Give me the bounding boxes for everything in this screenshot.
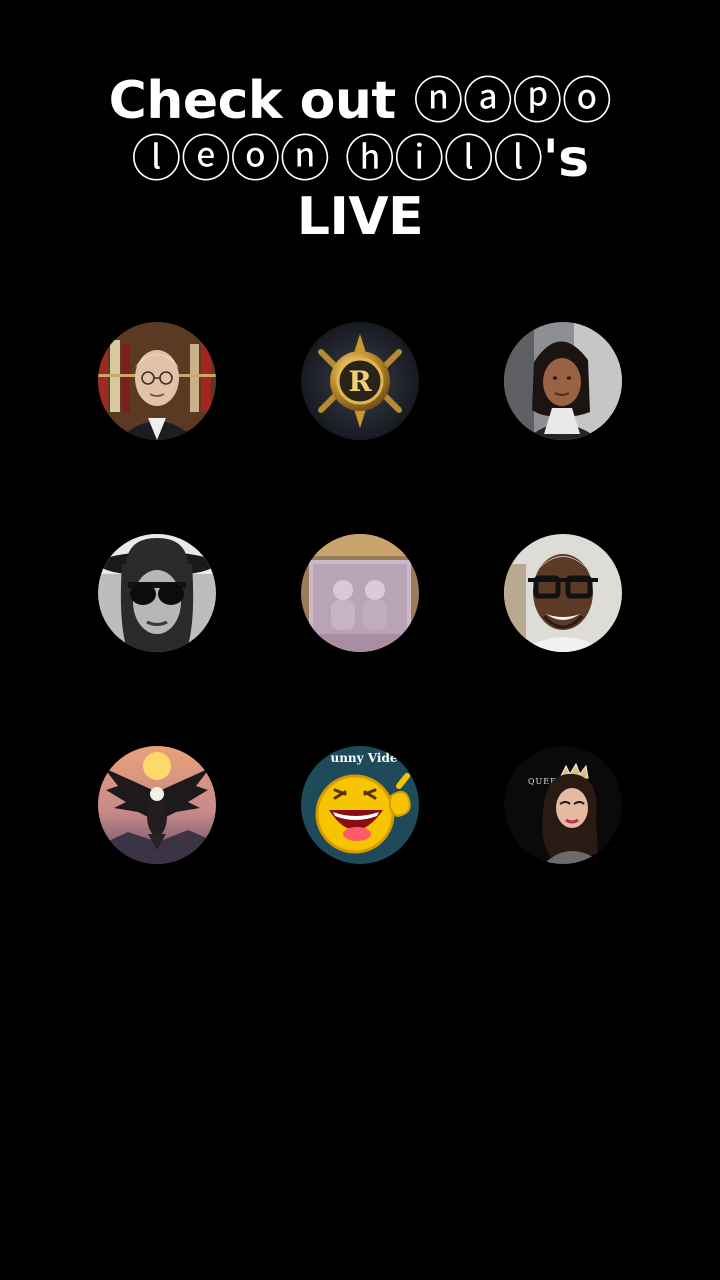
woman-selfie-image <box>504 322 622 440</box>
woman-hat-image <box>98 534 216 652</box>
gold-emblem-image: R <box>301 322 419 440</box>
avatar-bald-man[interactable] <box>504 534 622 652</box>
old-photo-image <box>301 534 419 652</box>
avatar-old-photo[interactable] <box>301 534 419 652</box>
elderly-man-image <box>98 322 216 440</box>
avatar-woman-selfie[interactable] <box>504 322 622 440</box>
bald-man-image <box>504 534 622 652</box>
avatar-elderly-man[interactable] <box>98 322 216 440</box>
svg-text:R: R <box>348 365 372 398</box>
avatar-gold-emblem[interactable]: R <box>301 322 419 440</box>
laughing-emoji-image: unny Vide <box>301 746 419 864</box>
emoji-caption: unny Vide <box>330 751 397 765</box>
avatar-queen-crown[interactable]: QUEEN <box>504 746 622 864</box>
avatar-eagle-sunset[interactable] <box>98 746 216 864</box>
eagle-sunset-image <box>98 746 216 864</box>
queen-crown-image: QUEEN <box>504 746 622 864</box>
avatar-laughing-emoji[interactable]: unny Vide <box>301 746 419 864</box>
avatar-grid: R unny Vide QUEEN <box>0 0 720 1280</box>
avatar-woman-hat[interactable] <box>98 534 216 652</box>
